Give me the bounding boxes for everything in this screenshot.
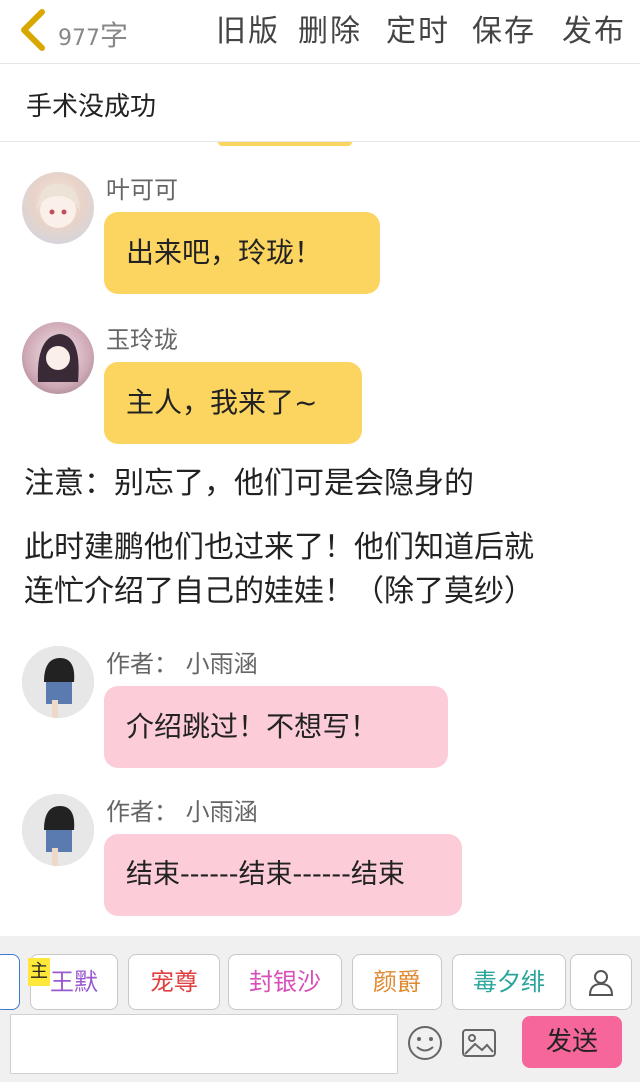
add-character-button[interactable] bbox=[570, 954, 632, 1010]
chip-label: 毒夕绯 bbox=[473, 968, 545, 996]
person-icon bbox=[588, 970, 614, 996]
character-chip[interactable]: 毒夕绯 bbox=[452, 954, 566, 1010]
message-bubble: 主人，我来了~ bbox=[104, 362, 362, 444]
author-name: 作者： 小雨涵 bbox=[106, 650, 258, 678]
avatar-person-icon bbox=[22, 794, 94, 866]
avatar-girl-icon bbox=[36, 183, 80, 228]
narration-text: 注意：别忘了，他们可是会隐身的 bbox=[24, 466, 474, 501]
chip-label: 王默 bbox=[50, 968, 98, 996]
narration-text: 连忙介绍了自己的娃娃！（除了莫纱） bbox=[24, 574, 534, 609]
schedule-button[interactable]: 定时 bbox=[386, 6, 450, 50]
message-bubble: 介绍跳过！不想写！ bbox=[104, 686, 448, 768]
chip-label: 封银沙 bbox=[249, 968, 321, 996]
main-character-tag: 主 bbox=[28, 958, 50, 986]
old-version-button[interactable]: 旧版 bbox=[216, 6, 280, 50]
publish-button[interactable]: 发布 bbox=[562, 6, 626, 50]
previous-bubble-edge bbox=[218, 142, 352, 146]
avatar bbox=[22, 172, 94, 244]
message-bubble: 结束------结束------结束 bbox=[104, 834, 462, 916]
image-icon[interactable] bbox=[460, 1024, 498, 1062]
chip-label: 颜爵 bbox=[373, 968, 421, 996]
chip-label: 宠尊 bbox=[150, 968, 198, 996]
avatar-person-icon bbox=[22, 646, 94, 718]
avatar-girl-icon bbox=[37, 334, 79, 382]
emoji-icon[interactable] bbox=[406, 1024, 444, 1062]
character-name: 玉玲珑 bbox=[106, 326, 178, 354]
message-input[interactable] bbox=[10, 1014, 398, 1074]
send-button[interactable]: 发送 bbox=[522, 1016, 622, 1068]
story-title: 手术没成功 bbox=[26, 92, 157, 122]
avatar bbox=[22, 794, 94, 866]
character-chip[interactable]: 宠尊 bbox=[128, 954, 220, 1010]
save-button[interactable]: 保存 bbox=[472, 6, 536, 50]
input-bar: 发送 bbox=[0, 1012, 640, 1082]
delete-button[interactable]: 删除 bbox=[298, 6, 362, 50]
back-chevron-icon[interactable] bbox=[16, 8, 50, 52]
message-bubble: 出来吧，玲珑！ bbox=[104, 212, 380, 294]
character-chip[interactable]: 封银沙 bbox=[228, 954, 342, 1010]
narration-text: 此时建鹏他们也过来了！他们知道后就 bbox=[24, 530, 534, 565]
avatar bbox=[22, 322, 94, 394]
character-selector-bar: 王默 主 宠尊 封银沙 颜爵 毒夕绯 bbox=[0, 936, 640, 1012]
word-count: 977字 bbox=[58, 19, 129, 52]
author-name: 作者： 小雨涵 bbox=[106, 798, 258, 826]
character-chip-selected-edge[interactable] bbox=[0, 954, 20, 1010]
avatar bbox=[22, 646, 94, 718]
story-title-bar[interactable]: 手术没成功 bbox=[0, 64, 640, 142]
character-chip[interactable]: 颜爵 bbox=[352, 954, 442, 1010]
character-name: 叶可可 bbox=[106, 176, 178, 204]
top-toolbar: 977字 旧版 删除 定时 保存 发布 bbox=[0, 0, 640, 64]
